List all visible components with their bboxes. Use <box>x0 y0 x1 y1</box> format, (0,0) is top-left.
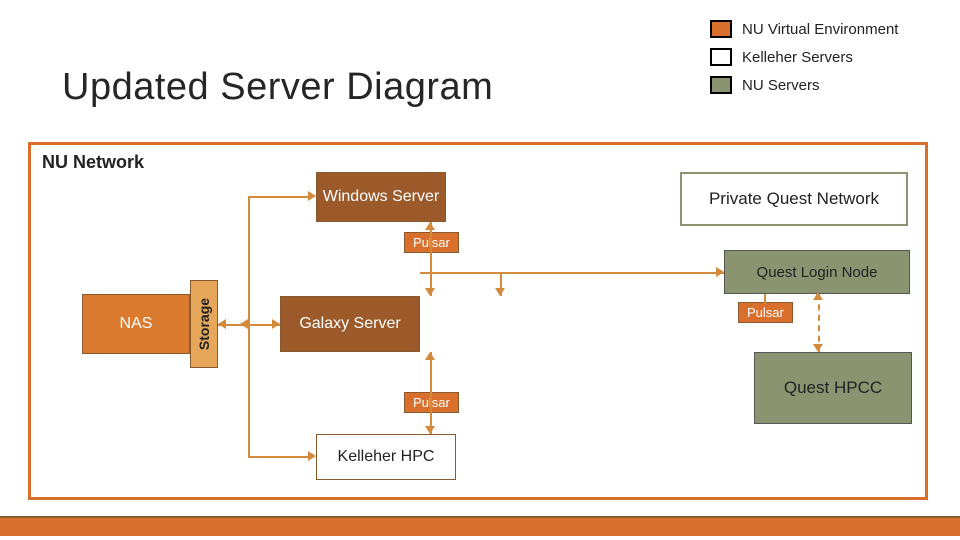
connector <box>248 456 310 458</box>
node-private-quest-network: Private Quest Network <box>680 172 908 226</box>
arrowhead-icon <box>425 222 435 230</box>
pulsar-tag-quest: Pulsar <box>738 302 793 323</box>
node-galaxy-server: Galaxy Server <box>280 296 420 352</box>
legend-label: NU Virtual Environment <box>742 21 898 38</box>
connector <box>764 294 766 304</box>
arrowhead-icon <box>425 426 435 434</box>
node-kelleher-hpc: Kelleher HPC <box>316 434 456 480</box>
diagram-stage: Updated Server Diagram NU Virtual Enviro… <box>0 0 960 540</box>
storage-label: Storage <box>196 298 212 350</box>
arrowhead-icon <box>716 267 724 277</box>
node-windows-server: Windows Server <box>316 172 446 222</box>
node-quest-hpcc: Quest HPCC <box>754 352 912 424</box>
arrowhead-icon <box>425 288 435 296</box>
arrowhead-icon <box>813 292 823 300</box>
legend-swatch-white <box>710 48 732 66</box>
connector <box>420 272 724 274</box>
arrowhead-icon <box>813 344 823 352</box>
legend-swatch-orange <box>710 20 732 38</box>
legend-label: NU Servers <box>742 77 820 94</box>
node-storage: Storage <box>190 280 218 368</box>
page-title: Updated Server Diagram <box>62 66 493 109</box>
connector <box>248 196 310 198</box>
arrowhead-icon <box>495 288 505 296</box>
arrowhead-icon <box>272 319 280 329</box>
nu-network-label: NU Network <box>42 152 144 173</box>
legend: NU Virtual Environment Kelleher Servers … <box>710 20 898 104</box>
legend-label: Kelleher Servers <box>742 49 853 66</box>
arrowhead-icon <box>425 352 435 360</box>
arrowhead-icon <box>308 191 316 201</box>
connector <box>248 196 250 324</box>
connector <box>248 324 250 456</box>
legend-item-kelleher: Kelleher Servers <box>710 48 898 66</box>
legend-item-nu-servers: NU Servers <box>710 76 898 94</box>
connector <box>430 352 432 434</box>
node-quest-login-node: Quest Login Node <box>724 250 910 294</box>
connector <box>430 222 432 296</box>
legend-item-nu-virtual: NU Virtual Environment <box>710 20 898 38</box>
footer-accent-bar <box>0 518 960 536</box>
arrowhead-icon <box>308 451 316 461</box>
legend-swatch-olive <box>710 76 732 94</box>
node-nas: NAS <box>82 294 190 354</box>
arrowhead-icon <box>218 319 226 329</box>
